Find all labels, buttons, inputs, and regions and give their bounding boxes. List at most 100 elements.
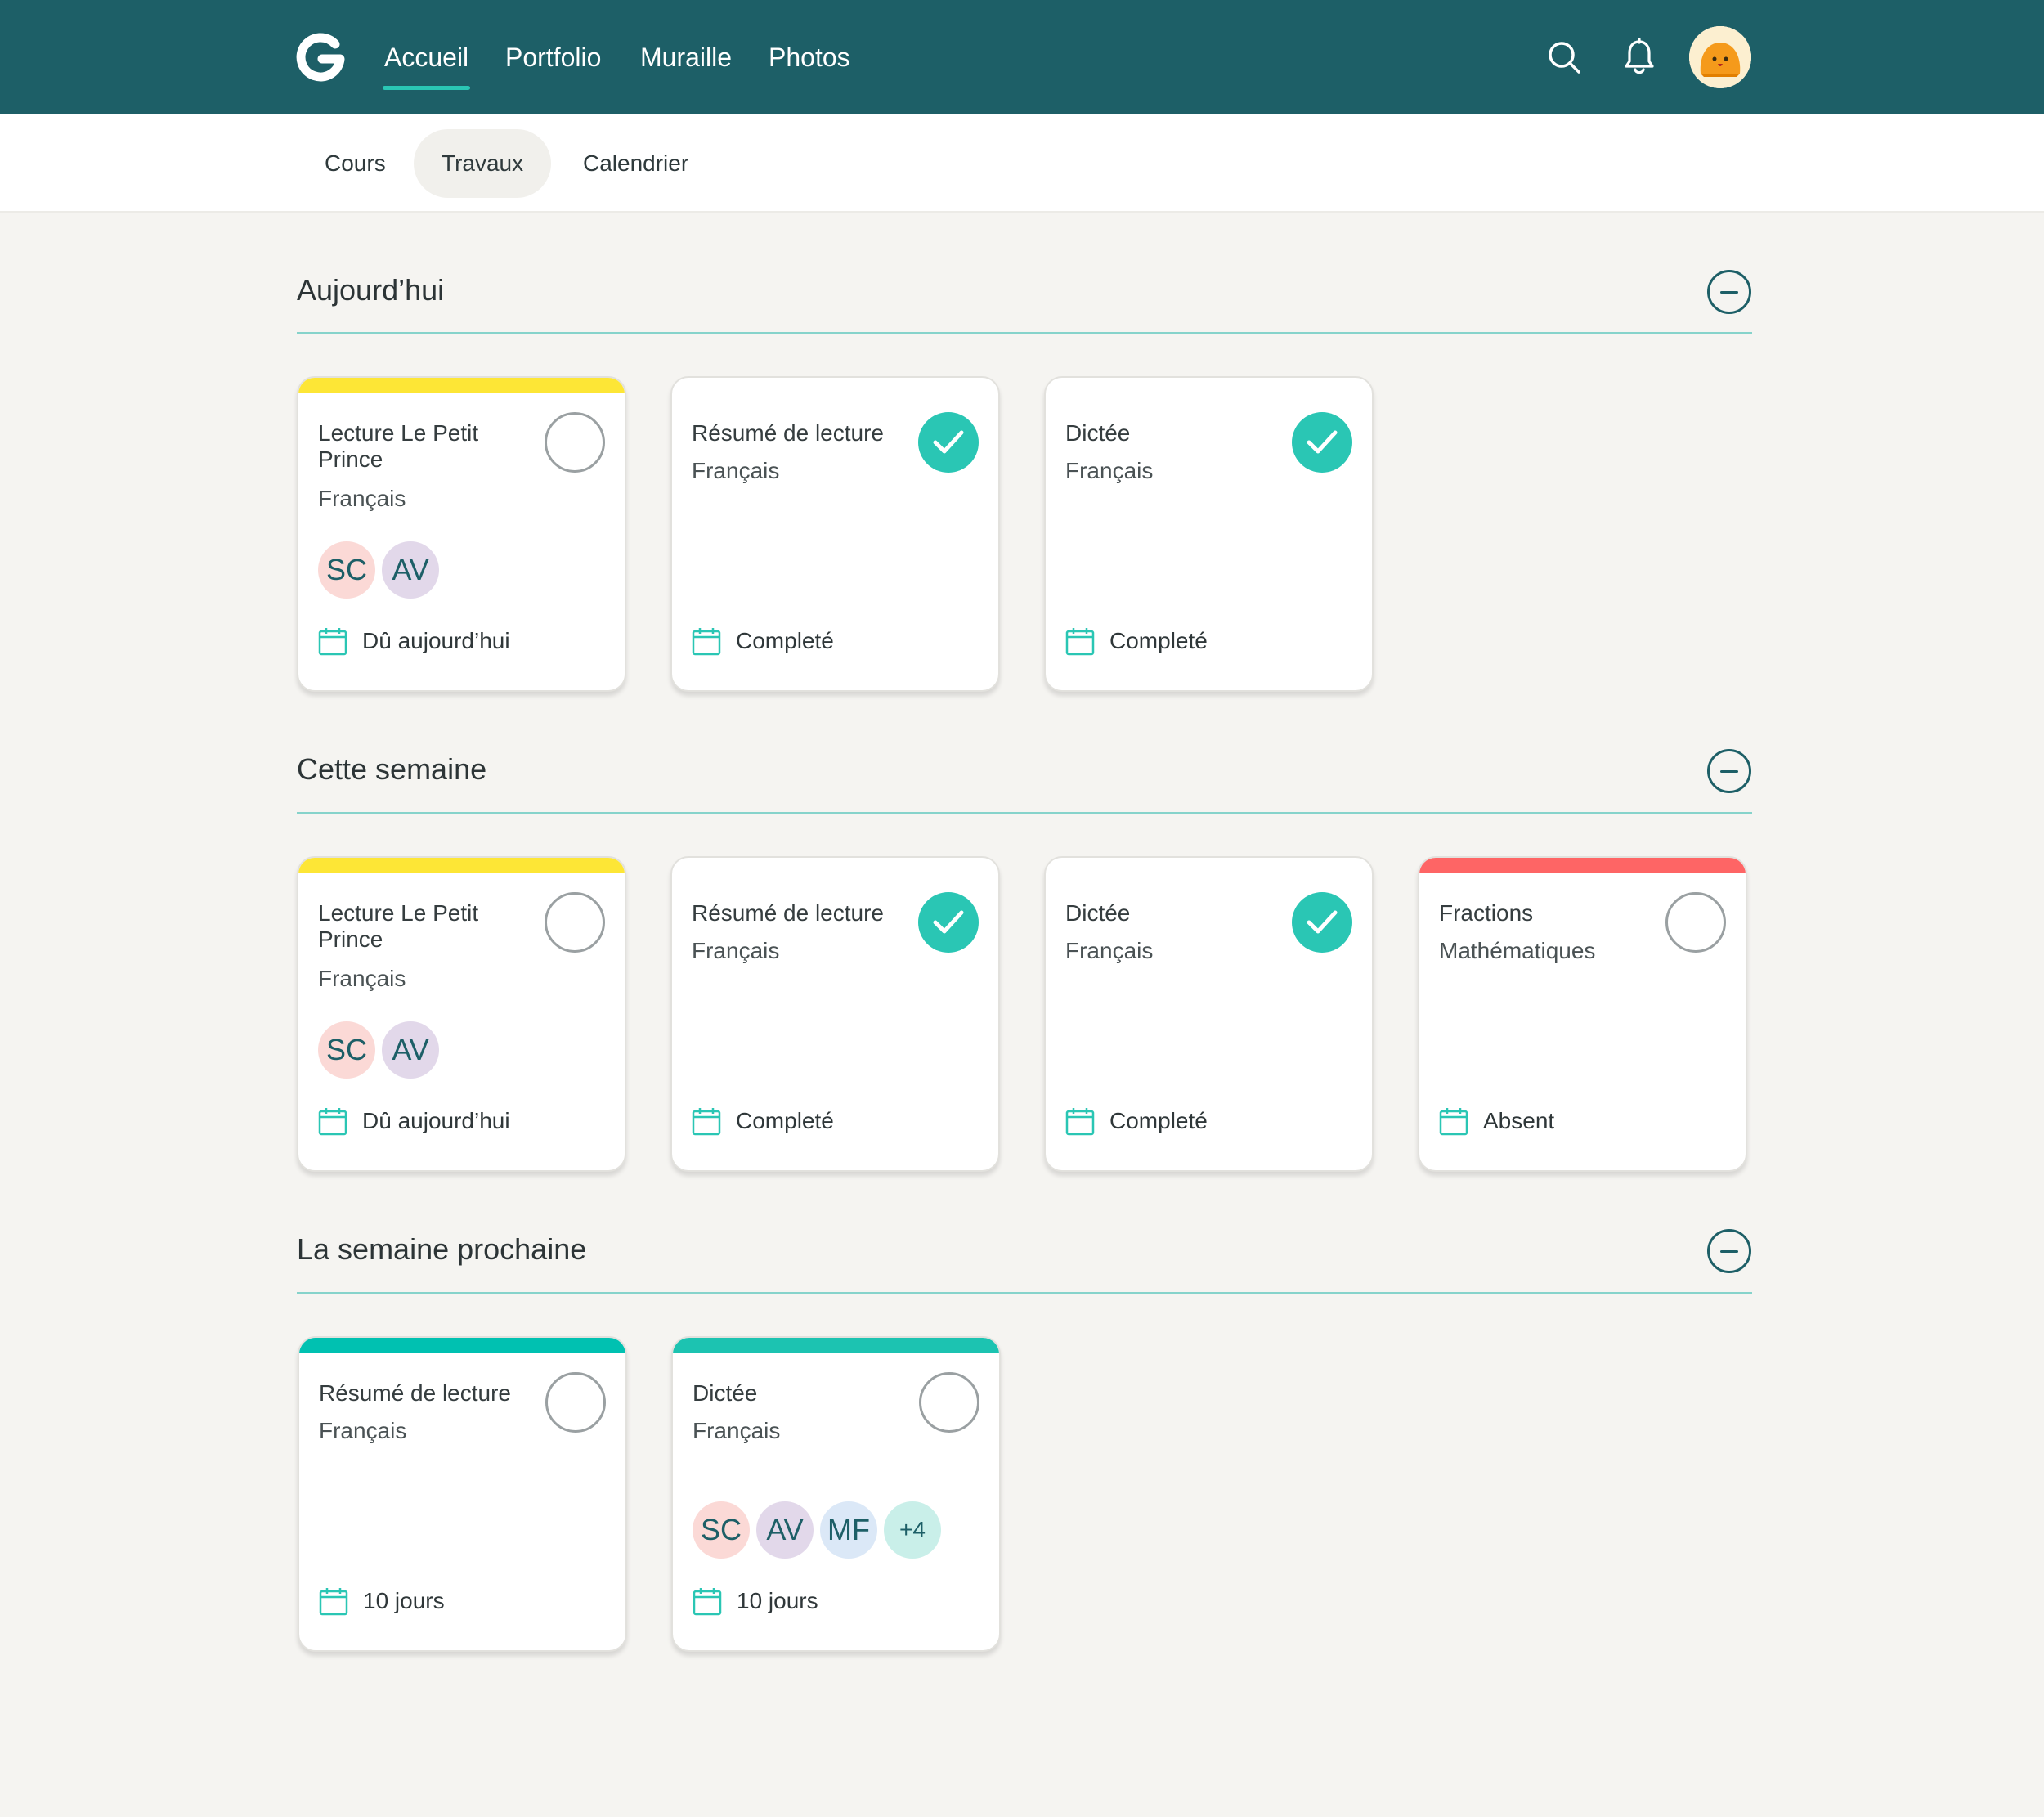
section-title-aujourdhui: Aujourd’hui (297, 273, 445, 307)
top-navigation-bar: Accueil Portfolio Muraille Photos (0, 0, 2044, 114)
card-status-text: 10 jours (737, 1588, 818, 1613)
card-status-text: Absent (1483, 1108, 1555, 1133)
card-subject: Français (318, 966, 406, 991)
card-status-text: Completé (1109, 628, 1208, 653)
card-status-text: 10 jours (363, 1588, 445, 1613)
card-status-text: Completé (736, 628, 834, 653)
card-subject: Français (692, 938, 780, 963)
calendar-icon (1439, 1108, 1468, 1136)
calendar-icon (693, 1588, 722, 1616)
card-color-stripe (673, 1338, 999, 1353)
card-color-stripe (1419, 858, 1746, 873)
card-due: Dû aujourd’hui (318, 1105, 510, 1137)
assignment-card[interactable]: Résumé de lecture Français Completé (670, 856, 1000, 1172)
card-due: Absent (1439, 1105, 1554, 1137)
collapse-section-button[interactable] (1707, 270, 1751, 314)
section-divider (297, 332, 1752, 334)
section-divider (297, 812, 1752, 814)
card-subject: Français (318, 486, 406, 511)
calendar-icon (319, 1588, 348, 1616)
card-title: Lecture Le Petit Prince (318, 420, 479, 472)
tab-travaux[interactable]: Travaux (414, 129, 552, 198)
card-color-stripe (298, 378, 625, 393)
card-subject: Français (1065, 938, 1154, 963)
completed-check-icon[interactable] (918, 892, 979, 953)
card-due: Completé (1065, 625, 1208, 657)
completion-checkbox[interactable] (545, 892, 605, 953)
card-status-text: Completé (736, 1108, 834, 1133)
section-divider (297, 1292, 1752, 1294)
assignment-card[interactable]: Lecture Le Petit Prince Français SC AV D… (297, 376, 626, 692)
completed-check-icon[interactable] (1292, 412, 1352, 473)
student-avatars: SC AV MF +4 (693, 1501, 941, 1559)
more-students-badge[interactable]: +4 (884, 1501, 941, 1559)
calendar-icon (318, 628, 347, 656)
student-avatar[interactable]: AV (756, 1501, 814, 1559)
card-title: Dictée (693, 1380, 758, 1406)
calendar-icon (692, 1108, 721, 1136)
assignment-card[interactable]: Résumé de lecture Français 10 jours (298, 1336, 627, 1652)
card-color-stripe (298, 858, 625, 873)
card-color-stripe (299, 1338, 625, 1353)
card-due: 10 jours (319, 1585, 445, 1617)
assignment-card[interactable]: Résumé de lecture Français Completé (670, 376, 1000, 692)
card-due: Completé (692, 1105, 834, 1137)
card-title: Dictée (1065, 420, 1131, 446)
completion-checkbox[interactable] (545, 412, 605, 473)
assignment-card[interactable]: Fractions Mathématiques Absent (1418, 856, 1747, 1172)
nav-item-photos[interactable]: Photos (769, 0, 850, 114)
card-title: Lecture Le Petit Prince (318, 900, 479, 952)
student-avatars: SC AV (318, 541, 439, 599)
student-avatar[interactable]: MF (820, 1501, 877, 1559)
completion-checkbox[interactable] (545, 1372, 606, 1433)
card-subject: Français (319, 1418, 407, 1443)
card-status-text: Dû aujourd’hui (362, 628, 510, 653)
assignment-card[interactable]: Dictée Français Completé (1044, 856, 1374, 1172)
assignment-card[interactable]: Lecture Le Petit Prince Français SC AV D… (297, 856, 626, 1172)
calendar-icon (692, 628, 721, 656)
student-avatar[interactable]: SC (318, 1021, 375, 1079)
completed-check-icon[interactable] (1292, 892, 1352, 953)
student-avatar[interactable]: AV (382, 1021, 439, 1079)
card-subject: Français (1065, 458, 1154, 483)
nav-item-muraille[interactable]: Muraille (640, 0, 732, 114)
nav-item-portfolio[interactable]: Portfolio (505, 0, 601, 114)
card-subject: Français (693, 1418, 781, 1443)
nav-item-accueil[interactable]: Accueil (382, 0, 471, 114)
card-title: Résumé de lecture (692, 420, 885, 446)
student-avatar[interactable]: SC (693, 1501, 750, 1559)
card-status-text: Dû aujourd’hui (362, 1108, 510, 1133)
user-avatar[interactable] (1689, 26, 1751, 88)
assignment-card[interactable]: Dictée Français SC AV MF +4 10 jours (671, 1336, 1001, 1652)
student-avatar[interactable]: SC (318, 541, 375, 599)
calendar-icon (1065, 1108, 1095, 1136)
collapse-section-button[interactable] (1707, 749, 1751, 793)
calendar-icon (1065, 628, 1095, 656)
card-status-text: Completé (1109, 1108, 1208, 1133)
bell-icon[interactable] (1619, 37, 1660, 78)
card-due: Dû aujourd’hui (318, 625, 510, 657)
app-logo-icon[interactable] (294, 31, 347, 83)
card-subject: Mathématiques (1439, 938, 1596, 963)
card-due: Completé (692, 625, 834, 657)
card-title: Fractions (1439, 900, 1534, 926)
card-due: 10 jours (693, 1585, 818, 1617)
card-title: Dictée (1065, 900, 1131, 926)
section-title-cette-semaine: Cette semaine (297, 752, 487, 786)
sub-navigation: Cours Travaux Calendrier (0, 114, 2044, 213)
student-avatar[interactable]: AV (382, 541, 439, 599)
calendar-icon (318, 1108, 347, 1136)
completed-check-icon[interactable] (918, 412, 979, 473)
section-title-semaine-prochaine: La semaine prochaine (297, 1232, 587, 1266)
collapse-section-button[interactable] (1707, 1229, 1751, 1273)
card-title: Résumé de lecture (692, 900, 885, 926)
student-avatars: SC AV (318, 1021, 439, 1079)
tab-cours[interactable]: Cours (297, 129, 414, 198)
search-icon[interactable] (1544, 37, 1585, 78)
assignment-card[interactable]: Dictée Français Completé (1044, 376, 1374, 692)
completion-checkbox[interactable] (919, 1372, 979, 1433)
completion-checkbox[interactable] (1665, 892, 1726, 953)
tab-calendrier[interactable]: Calendrier (555, 129, 716, 198)
card-subject: Français (692, 458, 780, 483)
card-due: Completé (1065, 1105, 1208, 1137)
